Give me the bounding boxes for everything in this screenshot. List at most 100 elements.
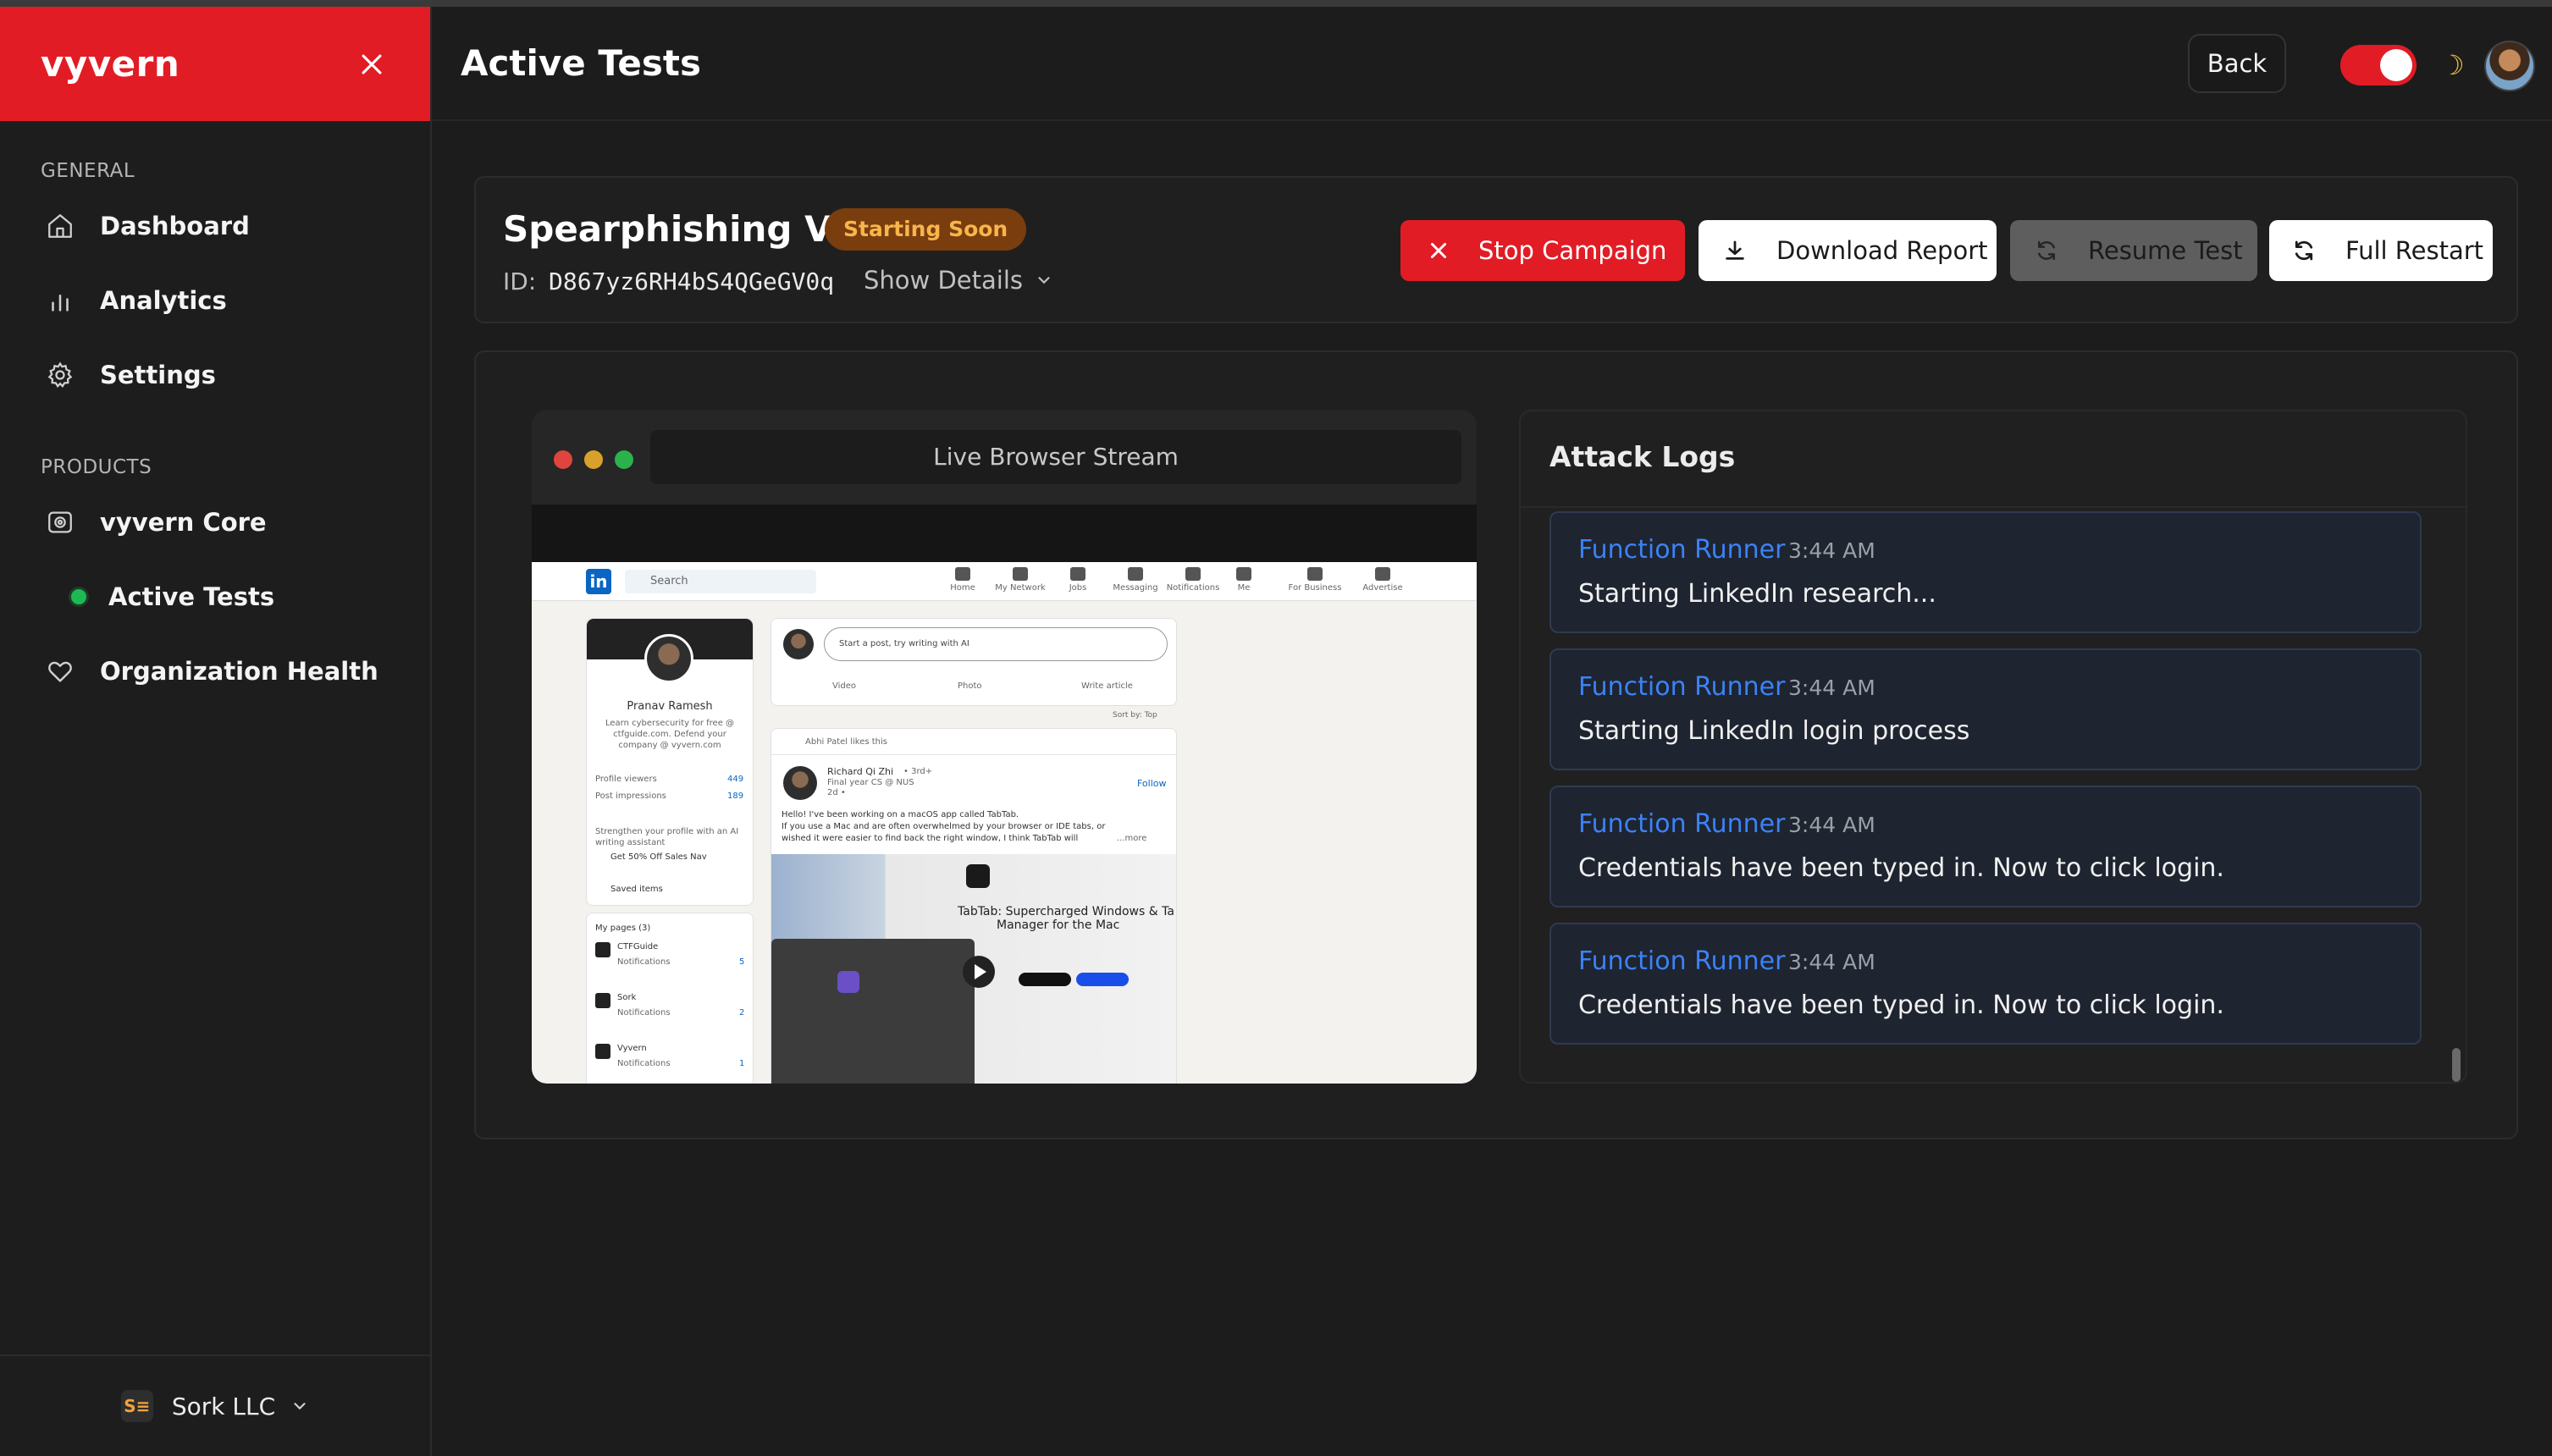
log-entry: Function Runner 3:44 AM Credentials have… [1549, 786, 2422, 907]
org-name: Sork LLC [171, 1392, 276, 1420]
stop-campaign-label: Stop Campaign [1478, 236, 1667, 265]
download-report-button[interactable]: Download Report [1699, 220, 1997, 281]
test-content-panel: Live Browser Stream in Search Home My Ne… [474, 350, 2518, 1139]
sidebar-item-active-tests[interactable]: Active Tests [0, 560, 430, 634]
close-icon [1431, 243, 1446, 258]
sidebar-item-organization-health[interactable]: Organization Health [0, 634, 430, 709]
close-icon[interactable] [357, 50, 386, 79]
stat-value: 449 [727, 775, 744, 784]
show-details-toggle[interactable]: Show Details [864, 266, 1053, 295]
stream-viewport[interactable]: in Search Home My Network Jobs Messaging… [532, 562, 1477, 1084]
stream-title: Live Browser Stream [650, 430, 1461, 484]
premium-text: writing assistant [595, 838, 666, 847]
log-source: Function Runner [1578, 809, 1786, 839]
log-message: Starting LinkedIn research... [1578, 579, 1936, 609]
profile-bio-line: Learn cybersecurity for free @ [605, 719, 735, 728]
composer-action: Write article [1081, 681, 1133, 691]
follow-link: Follow [1137, 778, 1167, 789]
composer-action: Video [832, 681, 857, 691]
log-time: 3:44 AM [1788, 538, 1875, 563]
bar-chart-icon [52, 295, 69, 312]
linkedin-logo-icon: in [586, 569, 611, 594]
sidebar-item-label: Analytics [100, 286, 227, 315]
top-header: Active Tests Back ☽ [432, 7, 2552, 121]
toggle-knob [2380, 49, 2412, 81]
sidebar-item-settings[interactable]: Settings [0, 338, 430, 412]
home-icon [48, 214, 72, 238]
organization-switcher[interactable]: S≡ Sork LLC [0, 1354, 430, 1456]
user-avatar[interactable] [2484, 41, 2535, 91]
show-details-label: Show Details [864, 266, 1024, 295]
sidebar-item-vyvern-core[interactable]: vyvern Core [0, 485, 430, 560]
sidebar-item-label: Settings [100, 361, 216, 389]
see-more-link: ...more [1117, 834, 1147, 843]
back-button[interactable]: Back [2188, 34, 2286, 93]
linkedin-my-pages: My pages (3) CTFGuide Notifications 5 So… [586, 913, 754, 1084]
logs-scrollbar[interactable] [2452, 1048, 2461, 1082]
stat-label: Profile viewers [595, 775, 657, 784]
page-name: Sork [617, 993, 637, 1002]
author-title: Final year CS @ NUS [827, 778, 914, 787]
post-media: TabTab: Supercharged Windows & Ta Manage… [771, 854, 1176, 1084]
stop-campaign-button[interactable]: Stop Campaign [1400, 220, 1685, 281]
campaign-name: Spearphishing V1 [503, 208, 857, 250]
profile-bio-line: company @ vyvern.com [618, 741, 721, 750]
profile-bio-line: ctfguide.com. Defend your [613, 730, 726, 739]
page-name: Vyvern [617, 1044, 647, 1053]
composer-action: Photo [958, 681, 982, 691]
full-restart-label: Full Restart [2345, 236, 2484, 265]
refresh-icon [2295, 240, 2313, 261]
log-message: Credentials have been typed in. Now to c… [1578, 853, 2224, 883]
media-title: Manager for the Mac [997, 918, 1120, 932]
general-section-label: GENERAL [41, 160, 135, 182]
linkedin-profile-card: Pranav Ramesh Learn cybersecurity for fr… [586, 618, 754, 906]
refresh-icon [2038, 240, 2055, 261]
sidebar-item-label: Dashboard [100, 212, 250, 240]
log-source: Function Runner [1578, 535, 1786, 565]
linkedin-navbar: in Search Home My Network Jobs Messaging… [532, 562, 1477, 601]
org-logo-icon: S≡ [120, 1390, 153, 1422]
post-author: Richard Qi Zhi [827, 766, 894, 777]
my-pages-label: My pages (3) [595, 924, 651, 933]
log-entry: Function Runner 3:44 AM Credentials have… [1549, 923, 2422, 1045]
stat-value: 189 [727, 791, 744, 801]
premium-text: Strengthen your profile with an AI [595, 827, 739, 836]
linkedin-feed-post: Abhi Patel likes this Richard Qi Zhi • 3… [771, 728, 1177, 1084]
stream-blank-area [532, 505, 1477, 562]
page-count: 2 [739, 1008, 745, 1018]
status-badge: Starting Soon [825, 208, 1027, 251]
saved-items: Saved items [610, 885, 663, 894]
page-sub: Notifications [617, 957, 671, 967]
active-status-dot-icon [71, 589, 86, 604]
stream-title-bar: Live Browser Stream [532, 410, 1477, 505]
window-minimize-dot-icon [584, 450, 603, 469]
gear-icon [47, 361, 73, 389]
post-text-line: wished it were easier to find back the r… [782, 834, 1079, 843]
chevron-down-icon [294, 1403, 306, 1410]
log-time: 3:44 AM [1788, 676, 1875, 700]
attack-logs-panel: Attack Logs Function Runner 3:44 AM Star… [1519, 410, 2467, 1084]
page-sub: Notifications [617, 1008, 671, 1018]
moon-icon: ☽ [2440, 49, 2465, 81]
brand-logo-text: vyvern [41, 43, 180, 85]
log-time: 3:44 AM [1788, 813, 1875, 837]
page-title: Active Tests [461, 42, 701, 84]
attack-logs-title: Attack Logs [1521, 411, 2466, 508]
log-entry: Function Runner 3:44 AM Starting LinkedI… [1549, 511, 2422, 633]
linkedin-post-composer: Start a post, try writing with AI Video … [771, 618, 1177, 706]
author-degree: • 3rd+ [903, 767, 933, 776]
play-icon [963, 956, 995, 988]
window-close-dot-icon [554, 450, 572, 469]
sidebar-item-dashboard[interactable]: Dashboard [0, 189, 430, 263]
campaign-id-value: D867yz6RH4bS4QGeGV0q [549, 267, 835, 295]
li-nav-home: Home [933, 567, 992, 593]
profile-photo [644, 634, 693, 683]
dark-mode-toggle[interactable] [2340, 45, 2417, 85]
page-name: CTFGuide [617, 942, 659, 951]
resume-test-button[interactable]: Resume Test [2010, 220, 2257, 281]
post-text-line: If you use a Mac and are often overwhelm… [782, 822, 1106, 831]
sidebar-item-analytics[interactable]: Analytics [0, 263, 430, 338]
full-restart-button[interactable]: Full Restart [2269, 220, 2493, 281]
log-message: Credentials have been typed in. Now to c… [1578, 990, 2224, 1020]
li-nav-me: Me [1214, 567, 1273, 593]
